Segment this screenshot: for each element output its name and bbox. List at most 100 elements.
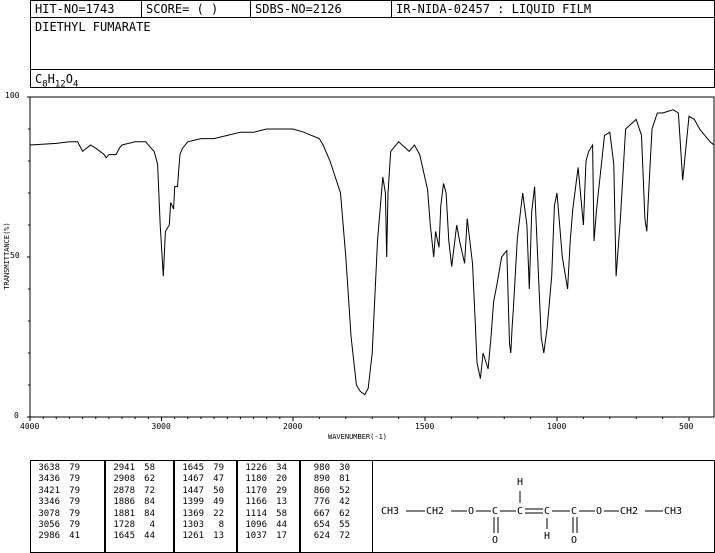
peak-row: 1399 49	[178, 497, 226, 508]
peak-row: 1467 47	[178, 474, 226, 485]
peak-wavenumber: 1645	[113, 531, 135, 542]
peak-wavenumber: 1399	[182, 497, 204, 508]
peak-wavenumber: 2878	[113, 485, 135, 496]
x-tick-label: 2000	[283, 422, 303, 431]
peak-wavenumber: 1261	[182, 531, 204, 542]
y-tick-label: 0	[14, 411, 19, 420]
peak-transmittance: 42	[339, 497, 350, 508]
peak-row: 2986 41	[34, 531, 82, 542]
peak-row: 1369 22	[178, 509, 226, 520]
peak-wavenumber: 667	[313, 508, 330, 519]
peak-transmittance: 84	[144, 508, 155, 519]
peak-row: 1447 50	[178, 486, 226, 497]
carbonyl-oxygen-right: O	[571, 535, 577, 546]
peak-wavenumber: 624	[313, 531, 330, 542]
peak-row: 1645 44	[109, 531, 157, 542]
peak-row: 1261 13	[178, 531, 226, 542]
peak-row: 1096 44	[241, 520, 289, 531]
peak-table-column: 1645 79 1467 47 1447 50 1399 49 1369 22 1303 8 1261 1…	[174, 460, 237, 553]
structure-box: CH3 CH2 O C O C H C H C O O CH2 CH3	[372, 460, 715, 553]
peak-transmittance: 44	[144, 531, 155, 542]
carbonyl-carbon-right: C	[571, 506, 577, 517]
peak-wavenumber: 2986	[38, 531, 60, 542]
peak-wavenumber: 1180	[245, 474, 267, 485]
peak-row: 1114 58	[241, 509, 289, 520]
ch3-left: CH3	[381, 506, 399, 517]
peak-transmittance: 79	[69, 485, 80, 496]
peak-wavenumber: 1114	[245, 508, 267, 519]
ester-oxygen-right: O	[596, 506, 602, 517]
y-axis-label: TRANSMITTANCE(%)	[3, 222, 11, 290]
peak-transmittance: 17	[276, 531, 287, 542]
ch2-left: CH2	[426, 506, 444, 517]
peak-transmittance: 72	[339, 531, 350, 542]
peak-row: 1886 84	[109, 497, 157, 508]
carbonyl-oxygen-left: O	[492, 535, 498, 546]
peak-wavenumber: 1037	[245, 531, 267, 542]
spectrum-line	[29, 109, 715, 396]
peak-transmittance: 34	[276, 463, 287, 473]
peak-transmittance: 50	[213, 485, 224, 496]
peak-transmittance: 13	[213, 531, 224, 542]
peak-transmittance: 84	[144, 497, 155, 508]
peak-transmittance: 79	[69, 497, 80, 508]
ch2-right: CH2	[620, 506, 638, 517]
peak-row: 1226 34	[241, 463, 289, 474]
peak-row: 980 30	[304, 463, 352, 474]
y-tick-label: 100	[5, 91, 20, 100]
peak-row: 3638 79	[34, 463, 82, 474]
peak-transmittance: 79	[69, 520, 80, 531]
peak-transmittance: 52	[339, 485, 350, 496]
peak-wavenumber: 1303	[182, 520, 204, 531]
peak-transmittance: 58	[144, 463, 155, 473]
peak-transmittance: 30	[339, 463, 350, 473]
peak-transmittance: 13	[276, 497, 287, 508]
peak-wavenumber: 890	[313, 474, 330, 485]
peak-wavenumber: 3346	[38, 497, 60, 508]
peak-wavenumber: 1170	[245, 485, 267, 496]
chemical-structure: CH3 CH2 O C O C H C H C O O CH2 CH3	[381, 477, 682, 546]
peak-row: 860 52	[304, 486, 352, 497]
peak-row: 3346 79	[34, 497, 82, 508]
peak-transmittance: 8	[218, 520, 224, 531]
x-tick-label: 1000	[547, 422, 567, 431]
x-tick-label: 4000	[20, 422, 40, 431]
peak-row: 3436 79	[34, 474, 82, 485]
vinyl-carbon-1: C	[517, 506, 523, 517]
peak-wavenumber: 980	[313, 463, 330, 473]
peak-transmittance: 49	[213, 497, 224, 508]
peak-wavenumber: 2908	[113, 474, 135, 485]
peak-transmittance: 47	[213, 474, 224, 485]
peak-wavenumber: 1645	[182, 463, 204, 473]
peak-transmittance: 44	[276, 520, 287, 531]
peak-wavenumber: 1881	[113, 508, 135, 519]
vinyl-hydrogen-top: H	[517, 477, 523, 488]
peak-table-column: 3638 79 3436 79 3421 79 3346 79 3078 79 3056 79 2986…	[30, 460, 105, 553]
peak-row: 1037 17	[241, 531, 289, 542]
peak-wavenumber: 3421	[38, 485, 60, 496]
peak-transmittance: 41	[69, 531, 80, 542]
peak-transmittance: 79	[69, 508, 80, 519]
peak-row: 654 55	[304, 520, 352, 531]
peak-wavenumber: 3638	[38, 463, 60, 473]
peak-row: 3421 79	[34, 486, 82, 497]
peak-row: 890 81	[304, 474, 352, 485]
vinyl-hydrogen-bottom: H	[544, 531, 550, 542]
y-tick-label: 50	[10, 251, 20, 260]
x-axis-label: WAVENUMBER(-1)	[328, 433, 388, 441]
peak-wavenumber: 1886	[113, 497, 135, 508]
peak-row: 624 72	[304, 531, 352, 542]
peak-row: 3078 79	[34, 509, 82, 520]
peak-row: 2908 62	[109, 474, 157, 485]
peak-transmittance: 22	[213, 508, 224, 519]
peak-row: 1645 79	[178, 463, 226, 474]
peak-wavenumber: 3436	[38, 474, 60, 485]
peak-table-column: 2941 58 2908 62 2878 72 1886 84 1881 84 1728 4 1645 4…	[105, 460, 174, 553]
peak-transmittance: 55	[339, 520, 350, 531]
peak-row: 1728 4	[109, 520, 157, 531]
peak-row: 2878 72	[109, 486, 157, 497]
x-tick-label: 1500	[415, 422, 435, 431]
vinyl-carbon-2: C	[544, 506, 550, 517]
peak-wavenumber: 1369	[182, 508, 204, 519]
peak-transmittance: 62	[339, 508, 350, 519]
